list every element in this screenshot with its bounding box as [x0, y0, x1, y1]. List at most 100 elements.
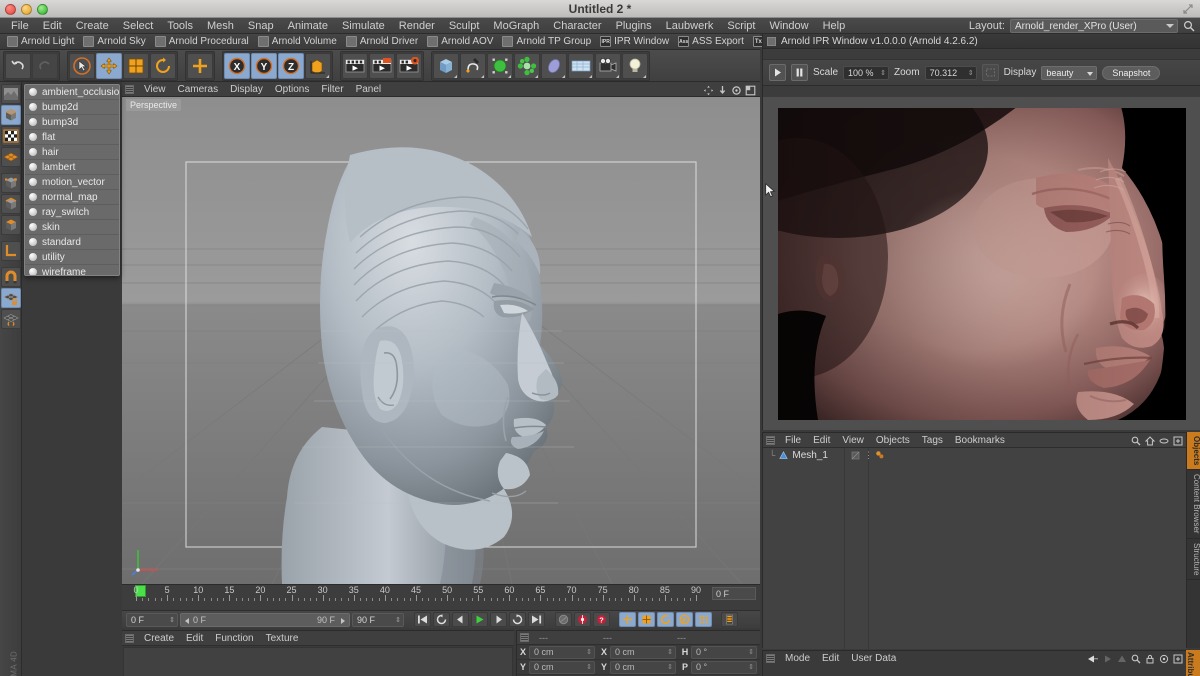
material-option-standard[interactable]: standard [25, 235, 119, 250]
panel-grip-icon[interactable] [520, 633, 529, 642]
viewport-corner-icons[interactable] [703, 85, 756, 96]
menu-item-file[interactable]: File [4, 18, 36, 34]
menu-item-plugins[interactable]: Plugins [609, 18, 659, 34]
step-back-button[interactable] [452, 612, 469, 627]
add-spline-button[interactable] [460, 52, 486, 79]
tool-face-mode[interactable] [0, 215, 21, 235]
right-side-vertical-tabs[interactable]: Objects Content Browser Structure [1186, 432, 1200, 648]
viewport-3d-canvas[interactable]: Perspective [122, 97, 760, 584]
menu-item-edit[interactable]: Edit [36, 18, 69, 34]
autokeying-button[interactable]: ? [593, 612, 610, 627]
viewport-menu-cameras[interactable]: Cameras [172, 84, 225, 95]
live-selection-tool[interactable] [69, 52, 95, 79]
menu-item-select[interactable]: Select [116, 18, 161, 34]
play-backward-loop-button[interactable] [433, 612, 450, 627]
editor-visibility-icon[interactable] [851, 451, 860, 460]
attributes-menu-edit[interactable]: Edit [816, 653, 845, 664]
go-to-end-button[interactable] [528, 612, 545, 627]
menu-item-animate[interactable]: Animate [281, 18, 335, 34]
stepper-icon[interactable]: ⇕ [748, 662, 754, 673]
stepper-icon[interactable]: ⇕ [667, 662, 673, 673]
autokey-mode-button[interactable] [555, 612, 572, 627]
tool-point-mode[interactable] [0, 173, 21, 193]
attributes-menu-user-data[interactable]: User Data [845, 653, 902, 664]
material-option-hair[interactable]: hair [25, 145, 119, 160]
scale-key-button[interactable] [638, 612, 655, 627]
object-menu-view[interactable]: View [836, 435, 870, 446]
menu-item-tools[interactable]: Tools [160, 18, 200, 34]
deformer-button[interactable] [541, 52, 567, 79]
tool-polygon-mode[interactable] [0, 147, 21, 167]
x-axis-lock[interactable]: X [224, 52, 250, 79]
left-tool-palette[interactable]: CINEMA 4D [0, 82, 22, 676]
object-manager-menu[interactable]: File Edit View Objects Tags Bookmarks [763, 433, 1186, 448]
position-key-button[interactable] [619, 612, 636, 627]
viewport-menu-options[interactable]: Options [269, 84, 315, 95]
panel-grip-icon[interactable] [766, 654, 775, 663]
y-axis-lock[interactable]: Y [251, 52, 277, 79]
viewport-menu-filter[interactable]: Filter [315, 84, 349, 95]
menu-item-render[interactable]: Render [392, 18, 442, 34]
tool-magnet[interactable] [0, 267, 21, 287]
menu-item-help[interactable]: Help [816, 18, 853, 34]
ipr-scale-input[interactable]: 100 % ⇕ [843, 65, 890, 80]
tool-model-mode[interactable] [0, 105, 21, 125]
ipr-snapshot-button[interactable]: Snapshot [1102, 65, 1161, 80]
animation-transport-bar[interactable]: 0 F ⇕ 0 F 90 F 90 F ⇕ ? P [122, 610, 760, 628]
attributes-header-icons[interactable] [1086, 654, 1183, 664]
object-menu-edit[interactable]: Edit [807, 435, 836, 446]
range-right-arrow-icon[interactable] [341, 617, 345, 624]
plugin-button-arnold-volume[interactable]: Arnold Volume [254, 35, 341, 49]
play-button[interactable] [471, 612, 488, 627]
current-frame-input[interactable]: 0 F ⇕ [126, 612, 178, 627]
panel-grip-icon[interactable] [125, 84, 134, 94]
material-option-utility[interactable]: utility [25, 250, 119, 265]
menu-item-simulate[interactable]: Simulate [335, 18, 392, 34]
timeline-ruler[interactable]: 0 5 10 15 20 25 30 35 40 45 50 55 60 65 70 75 80 85 90 0 F [122, 584, 760, 610]
attributes-menu-mode[interactable]: Mode [779, 653, 816, 664]
plugin-button-ipr-window[interactable]: IPR IPR Window [596, 35, 673, 49]
vertical-tab-content-browser[interactable]: Content Browser [1187, 470, 1200, 539]
main-toolbar[interactable]: X Y Z [0, 50, 760, 82]
material-option-wireframe[interactable]: wireframe [25, 265, 119, 275]
camera-button[interactable] [595, 52, 621, 79]
menu-item-window[interactable]: Window [762, 18, 815, 34]
undo-button[interactable] [5, 52, 31, 79]
ipr-pause-button[interactable] [791, 64, 808, 81]
material-option-skin[interactable]: skin [25, 220, 119, 235]
plugin-button-arnold-tp-group[interactable]: Arnold TP Group [498, 35, 595, 49]
coord-input-size[interactable]: 0 cm ⇕ [610, 645, 676, 659]
stepper-icon[interactable]: ⇕ [169, 615, 175, 627]
object-visibility-dots[interactable]: ⋮ [845, 448, 873, 462]
layout-dropdown[interactable]: Arnold_render_XPro (User) [1010, 19, 1178, 33]
move-tool[interactable] [96, 52, 122, 79]
menu-item-snap[interactable]: Snap [241, 18, 281, 34]
plugin-button-arnold-sky[interactable]: Arnold Sky [79, 35, 149, 49]
menu-item-character[interactable]: Character [546, 18, 608, 34]
tool-texture-mode[interactable] [0, 126, 21, 146]
plugin-button-arnold-driver[interactable]: Arnold Driver [342, 35, 422, 49]
search-icon[interactable] [1183, 20, 1196, 33]
stepper-icon[interactable]: ⇕ [395, 615, 401, 627]
material-manager-body[interactable] [123, 647, 513, 676]
material-manager-menu[interactable]: Create Edit Function Texture [122, 631, 514, 646]
viewport-menu-panel[interactable]: Panel [350, 84, 388, 95]
material-option-motion_vector[interactable]: motion_vector [25, 175, 119, 190]
panel-icon[interactable] [767, 36, 776, 46]
menu-item-create[interactable]: Create [69, 18, 116, 34]
material-option-flat[interactable]: flat [25, 130, 119, 145]
coord-input-size[interactable]: 0 cm ⇕ [610, 660, 676, 674]
render-region-button[interactable] [369, 52, 395, 79]
coord-input-position[interactable]: 0 cm ⇕ [529, 645, 595, 659]
tool-lock-mesh[interactable] [0, 288, 21, 308]
max-frame-input[interactable]: 90 F ⇕ [352, 612, 404, 627]
stepper-icon[interactable]: ⇕ [586, 662, 592, 673]
object-tag-row[interactable] [869, 448, 1187, 462]
stepper-icon[interactable]: ⇕ [748, 647, 754, 658]
menu-item-laubwerk[interactable]: Laubwerk [659, 18, 721, 34]
material-option-bump3d[interactable]: bump3d [25, 115, 119, 130]
object-manager-tree[interactable]: └ Mesh_1 ⋮ [763, 448, 1187, 649]
material-menu-function[interactable]: Function [209, 633, 259, 644]
plugin-button-arnold-light[interactable]: Arnold Light [3, 35, 78, 49]
ipr-play-button[interactable] [769, 64, 786, 81]
